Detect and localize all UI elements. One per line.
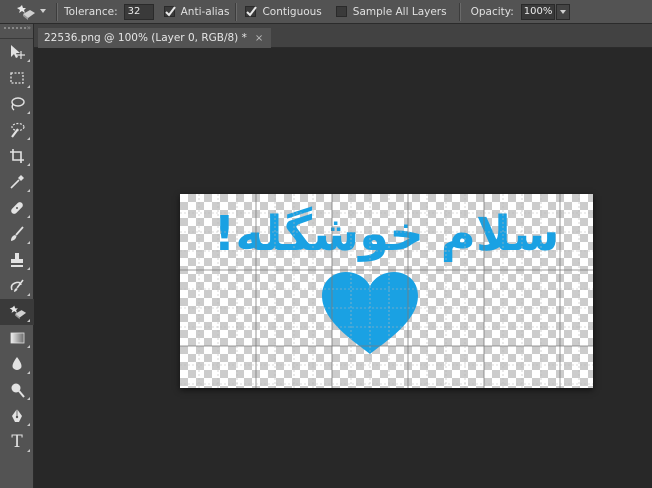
quick-selection-tool[interactable]	[0, 117, 34, 143]
options-separator	[56, 2, 58, 21]
magic-eraser-icon	[17, 4, 35, 20]
contiguous-label: Contiguous	[262, 5, 322, 18]
chevron-down-icon	[40, 8, 46, 13]
tool-preset-picker[interactable]	[0, 0, 50, 24]
stamp-icon	[11, 253, 23, 267]
quick-selection-icon	[11, 122, 25, 138]
collapse-icon[interactable]: »	[27, 24, 31, 32]
options-separator	[235, 2, 238, 21]
sample-all-layers-checkbox[interactable]: Sample All Layers	[335, 5, 447, 18]
rect-marquee-icon	[10, 72, 24, 84]
document-tab-bar: 22536.png @ 100% (Layer 0, RGB/8) * ×	[34, 24, 652, 48]
gradient-icon	[10, 332, 25, 344]
options-separator	[458, 2, 461, 21]
brush-icon	[11, 226, 24, 241]
opacity-label: Opacity:	[470, 5, 514, 18]
clone-stamp-tool[interactable]	[0, 247, 34, 273]
dodge-tool[interactable]	[0, 377, 34, 403]
healing-brush-tool[interactable]	[0, 195, 34, 221]
eyedropper-tool[interactable]	[0, 169, 34, 195]
blur-tool[interactable]	[0, 351, 34, 377]
magic-eraser-icon	[9, 305, 27, 320]
opacity-dropdown-button[interactable]	[555, 3, 570, 20]
eyedropper-icon	[10, 175, 24, 189]
tools-panel: » T	[0, 24, 34, 488]
document-tab-title: 22536.png @ 100% (Layer 0, RGB/8) *	[44, 32, 247, 44]
tolerance-label: Tolerance:	[64, 5, 118, 18]
dodge-icon	[11, 383, 25, 398]
pen-icon	[12, 409, 22, 422]
move-tool[interactable]	[0, 39, 34, 65]
antialias-label: Anti-alias	[180, 5, 230, 18]
crop-icon	[10, 149, 24, 163]
checkbox-box[interactable]	[163, 6, 176, 17]
options-bar: Tolerance: Anti-alias Contiguous Sample …	[0, 0, 652, 24]
crop-tool[interactable]	[0, 143, 34, 169]
close-icon[interactable]: ×	[255, 33, 263, 44]
canvas-workspace[interactable]: سلام خوشگله!	[34, 48, 652, 488]
lasso-tool[interactable]	[0, 91, 34, 117]
history-brush-tool[interactable]	[0, 273, 34, 299]
checkbox-box[interactable]	[245, 6, 258, 17]
history-brush-icon	[10, 279, 24, 292]
sample-all-layers-label: Sample All Layers	[352, 5, 447, 18]
checkmark-icon	[164, 6, 176, 17]
magic-eraser-tool[interactable]	[0, 299, 34, 325]
panel-tab-bar	[0, 32, 33, 39]
document-tab[interactable]: 22536.png @ 100% (Layer 0, RGB/8) * ×	[38, 28, 272, 48]
brush-tool[interactable]	[0, 221, 34, 247]
contiguous-checkbox[interactable]: Contiguous	[245, 5, 322, 18]
blur-icon	[12, 357, 22, 370]
chevron-down-icon	[559, 9, 566, 14]
type-tool[interactable]: T	[0, 429, 34, 455]
tolerance-input[interactable]	[123, 3, 154, 20]
move-icon	[11, 45, 25, 59]
document-canvas[interactable]: سلام خوشگله!	[180, 194, 593, 388]
lasso-icon	[11, 97, 25, 111]
opacity-input[interactable]	[520, 3, 555, 20]
checkmark-icon	[246, 6, 258, 17]
grid-overlay	[180, 194, 593, 388]
pen-tool[interactable]	[0, 403, 34, 429]
checkbox-box[interactable]	[335, 6, 347, 17]
type-icon: T	[11, 432, 23, 452]
bandage-icon	[11, 202, 23, 214]
marquee-tool[interactable]	[0, 65, 34, 91]
gradient-tool[interactable]	[0, 325, 34, 351]
antialias-checkbox[interactable]: Anti-alias	[163, 5, 230, 18]
